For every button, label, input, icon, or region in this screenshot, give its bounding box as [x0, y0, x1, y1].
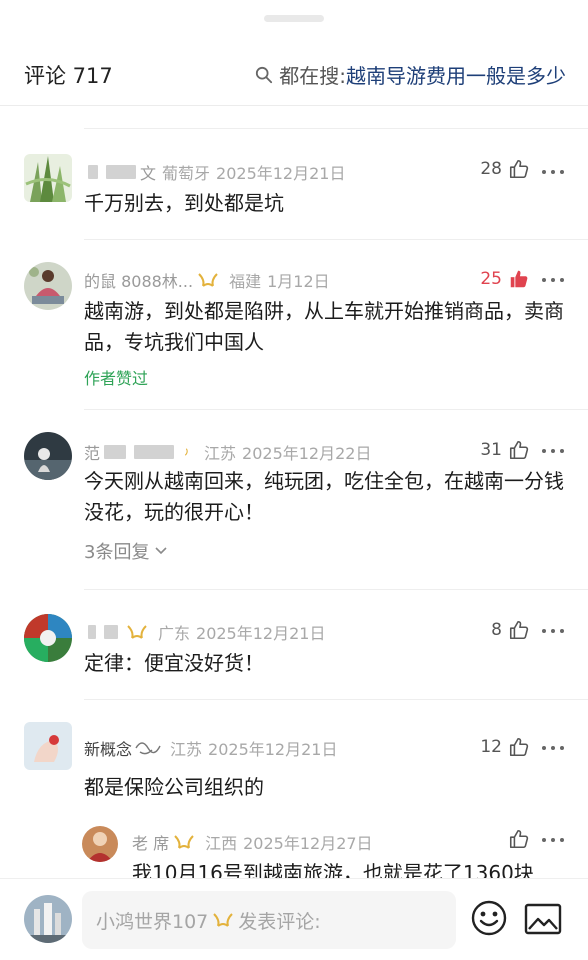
username[interactable]: 老 席 — [132, 830, 169, 854]
search-query[interactable]: 越南导游费用一般是多少 — [346, 60, 566, 89]
comments-header: 评论 717 都在搜: 越南导游费用一般是多少 — [0, 42, 588, 106]
comment-text: 我10月16号到越南旅游，也就是花了1360块 — [132, 861, 534, 878]
username-mask — [88, 625, 96, 639]
more-options-icon[interactable] — [542, 170, 564, 176]
badge-icon — [213, 913, 233, 927]
view-replies-button[interactable]: 3条回复 — [84, 538, 169, 564]
username-mask — [104, 445, 127, 459]
more-options-icon[interactable] — [542, 629, 564, 635]
comment-meta: 老 席 江西 2025年12月27日 — [132, 830, 373, 854]
thumbs-up-icon — [509, 737, 529, 757]
comment-meta: 新概念 江苏 2025年12月21日 — [84, 736, 337, 760]
comment-meta: 的鼠 8088林... 福建 1月12日 — [84, 268, 330, 292]
like-button[interactable]: 8 — [491, 619, 530, 641]
thumbs-up-filled-icon — [510, 270, 528, 288]
avatar[interactable] — [24, 262, 72, 310]
comment-text: 千万别去，到处都是坑 — [84, 191, 284, 215]
comment-item: 文 葡萄牙 2025年12月21日 28 千万别去，到处都是坑 — [0, 140, 588, 240]
avatar[interactable] — [24, 722, 72, 770]
decorative-flourish-icon — [135, 742, 161, 755]
username-mask — [106, 165, 136, 179]
like-button[interactable] — [508, 828, 530, 850]
like-count: 12 — [480, 737, 502, 757]
image-icon[interactable] — [524, 902, 562, 936]
like-count: 28 — [480, 159, 502, 179]
my-avatar[interactable] — [24, 895, 72, 943]
more-options-icon[interactable] — [542, 838, 564, 844]
location: 江苏 — [204, 444, 237, 463]
comment-input[interactable]: 小鸿世界107 发表评论: — [82, 891, 456, 949]
date: 2025年12月21日 — [216, 164, 346, 183]
comment-text: 定律：便宜没好货！ — [84, 651, 264, 675]
like-count: 31 — [480, 440, 502, 460]
avatar[interactable] — [82, 826, 118, 862]
location: 福建 — [229, 272, 262, 291]
location: 江西 — [205, 834, 238, 853]
comment-text: 今天刚从越南回来，纯玩团，吃住全包，在越南一分钱没花，玩的很开心！ — [84, 469, 564, 524]
like-button[interactable]: 25 — [480, 268, 530, 290]
comment-item: 新概念 江苏 2025年12月21日 12 都是保险公司组织的 — [0, 700, 588, 818]
comment-item: 广东 2025年12月21日 8 定律：便宜没好货！ — [0, 590, 588, 700]
username-mask — [88, 165, 98, 179]
like-count: 8 — [491, 620, 502, 640]
emoji-icon[interactable] — [470, 899, 508, 937]
date: 2025年12月22日 — [242, 444, 372, 463]
thumbs-up-icon — [509, 159, 529, 179]
comment-item: 范 江苏 2025年12月22日 31 今天刚从越南回来，纯玩团，吃住全包，在越… — [0, 410, 588, 590]
like-button[interactable]: 12 — [480, 736, 530, 758]
date: 2025年12月21日 — [208, 740, 338, 759]
username[interactable]: 文 — [140, 160, 156, 184]
comment-text: 都是保险公司组织的 — [84, 775, 264, 799]
badge-icon — [184, 448, 188, 456]
search-icon — [256, 66, 273, 83]
username[interactable]: 新概念 — [84, 736, 132, 760]
divider — [84, 128, 588, 129]
like-button[interactable]: 28 — [480, 158, 530, 180]
date: 2025年12月21日 — [196, 624, 326, 643]
more-options-icon[interactable] — [542, 449, 564, 455]
date: 1月12日 — [267, 272, 330, 291]
like-count: 25 — [480, 269, 502, 289]
avatar[interactable] — [24, 154, 72, 202]
location: 葡萄牙 — [162, 164, 211, 183]
username[interactable]: 的鼠 8088林... — [84, 268, 193, 292]
sub-reply-item: 老 席 江西 2025年12月27日 我10月16号到越南旅游，也就是花了136… — [0, 818, 588, 878]
comment-text: 越南游，到处都是陷阱，从上车就开始推销商品，卖商品，专坑我们中国人 — [84, 299, 564, 354]
username-mask — [134, 445, 175, 459]
comment-item: 的鼠 8088林... 福建 1月12日 25 越南游，到处都是陷阱，从上车就开… — [0, 240, 588, 410]
date: 2025年12月27日 — [243, 834, 373, 853]
more-options-icon[interactable] — [542, 746, 564, 752]
username-mask — [104, 625, 118, 639]
search-prefix: 都在搜: — [279, 64, 346, 88]
sheet-drag-handle[interactable] — [264, 15, 324, 22]
my-username: 小鸿世界107 — [96, 910, 209, 933]
username[interactable]: 范 — [84, 440, 100, 464]
thumbs-up-icon — [509, 829, 529, 849]
comment-input-placeholder: 发表评论: — [238, 910, 321, 933]
comment-meta: 范 江苏 2025年12月22日 — [84, 440, 371, 464]
badge-icon — [198, 273, 218, 287]
comments-count-title: 评论 717 — [24, 64, 113, 88]
trending-search-link[interactable]: 都在搜: 越南导游费用一般是多少 — [255, 60, 566, 89]
comment-meta: 文 葡萄牙 2025年12月21日 — [84, 160, 345, 184]
like-button[interactable]: 31 — [480, 439, 530, 461]
avatar[interactable] — [24, 432, 72, 480]
location: 广东 — [158, 624, 191, 643]
location: 江苏 — [170, 740, 203, 759]
avatar[interactable] — [24, 614, 72, 662]
thumbs-up-icon — [509, 620, 529, 640]
badge-icon — [174, 835, 194, 849]
more-options-icon[interactable] — [542, 278, 564, 284]
replies-count: 3条回复 — [84, 542, 150, 563]
thumbs-up-icon — [509, 440, 529, 460]
chevron-down-icon — [155, 547, 168, 555]
author-liked-label: 作者赞过 — [84, 369, 149, 388]
comment-meta: 广东 2025年12月21日 — [84, 620, 325, 644]
badge-icon — [127, 625, 147, 639]
